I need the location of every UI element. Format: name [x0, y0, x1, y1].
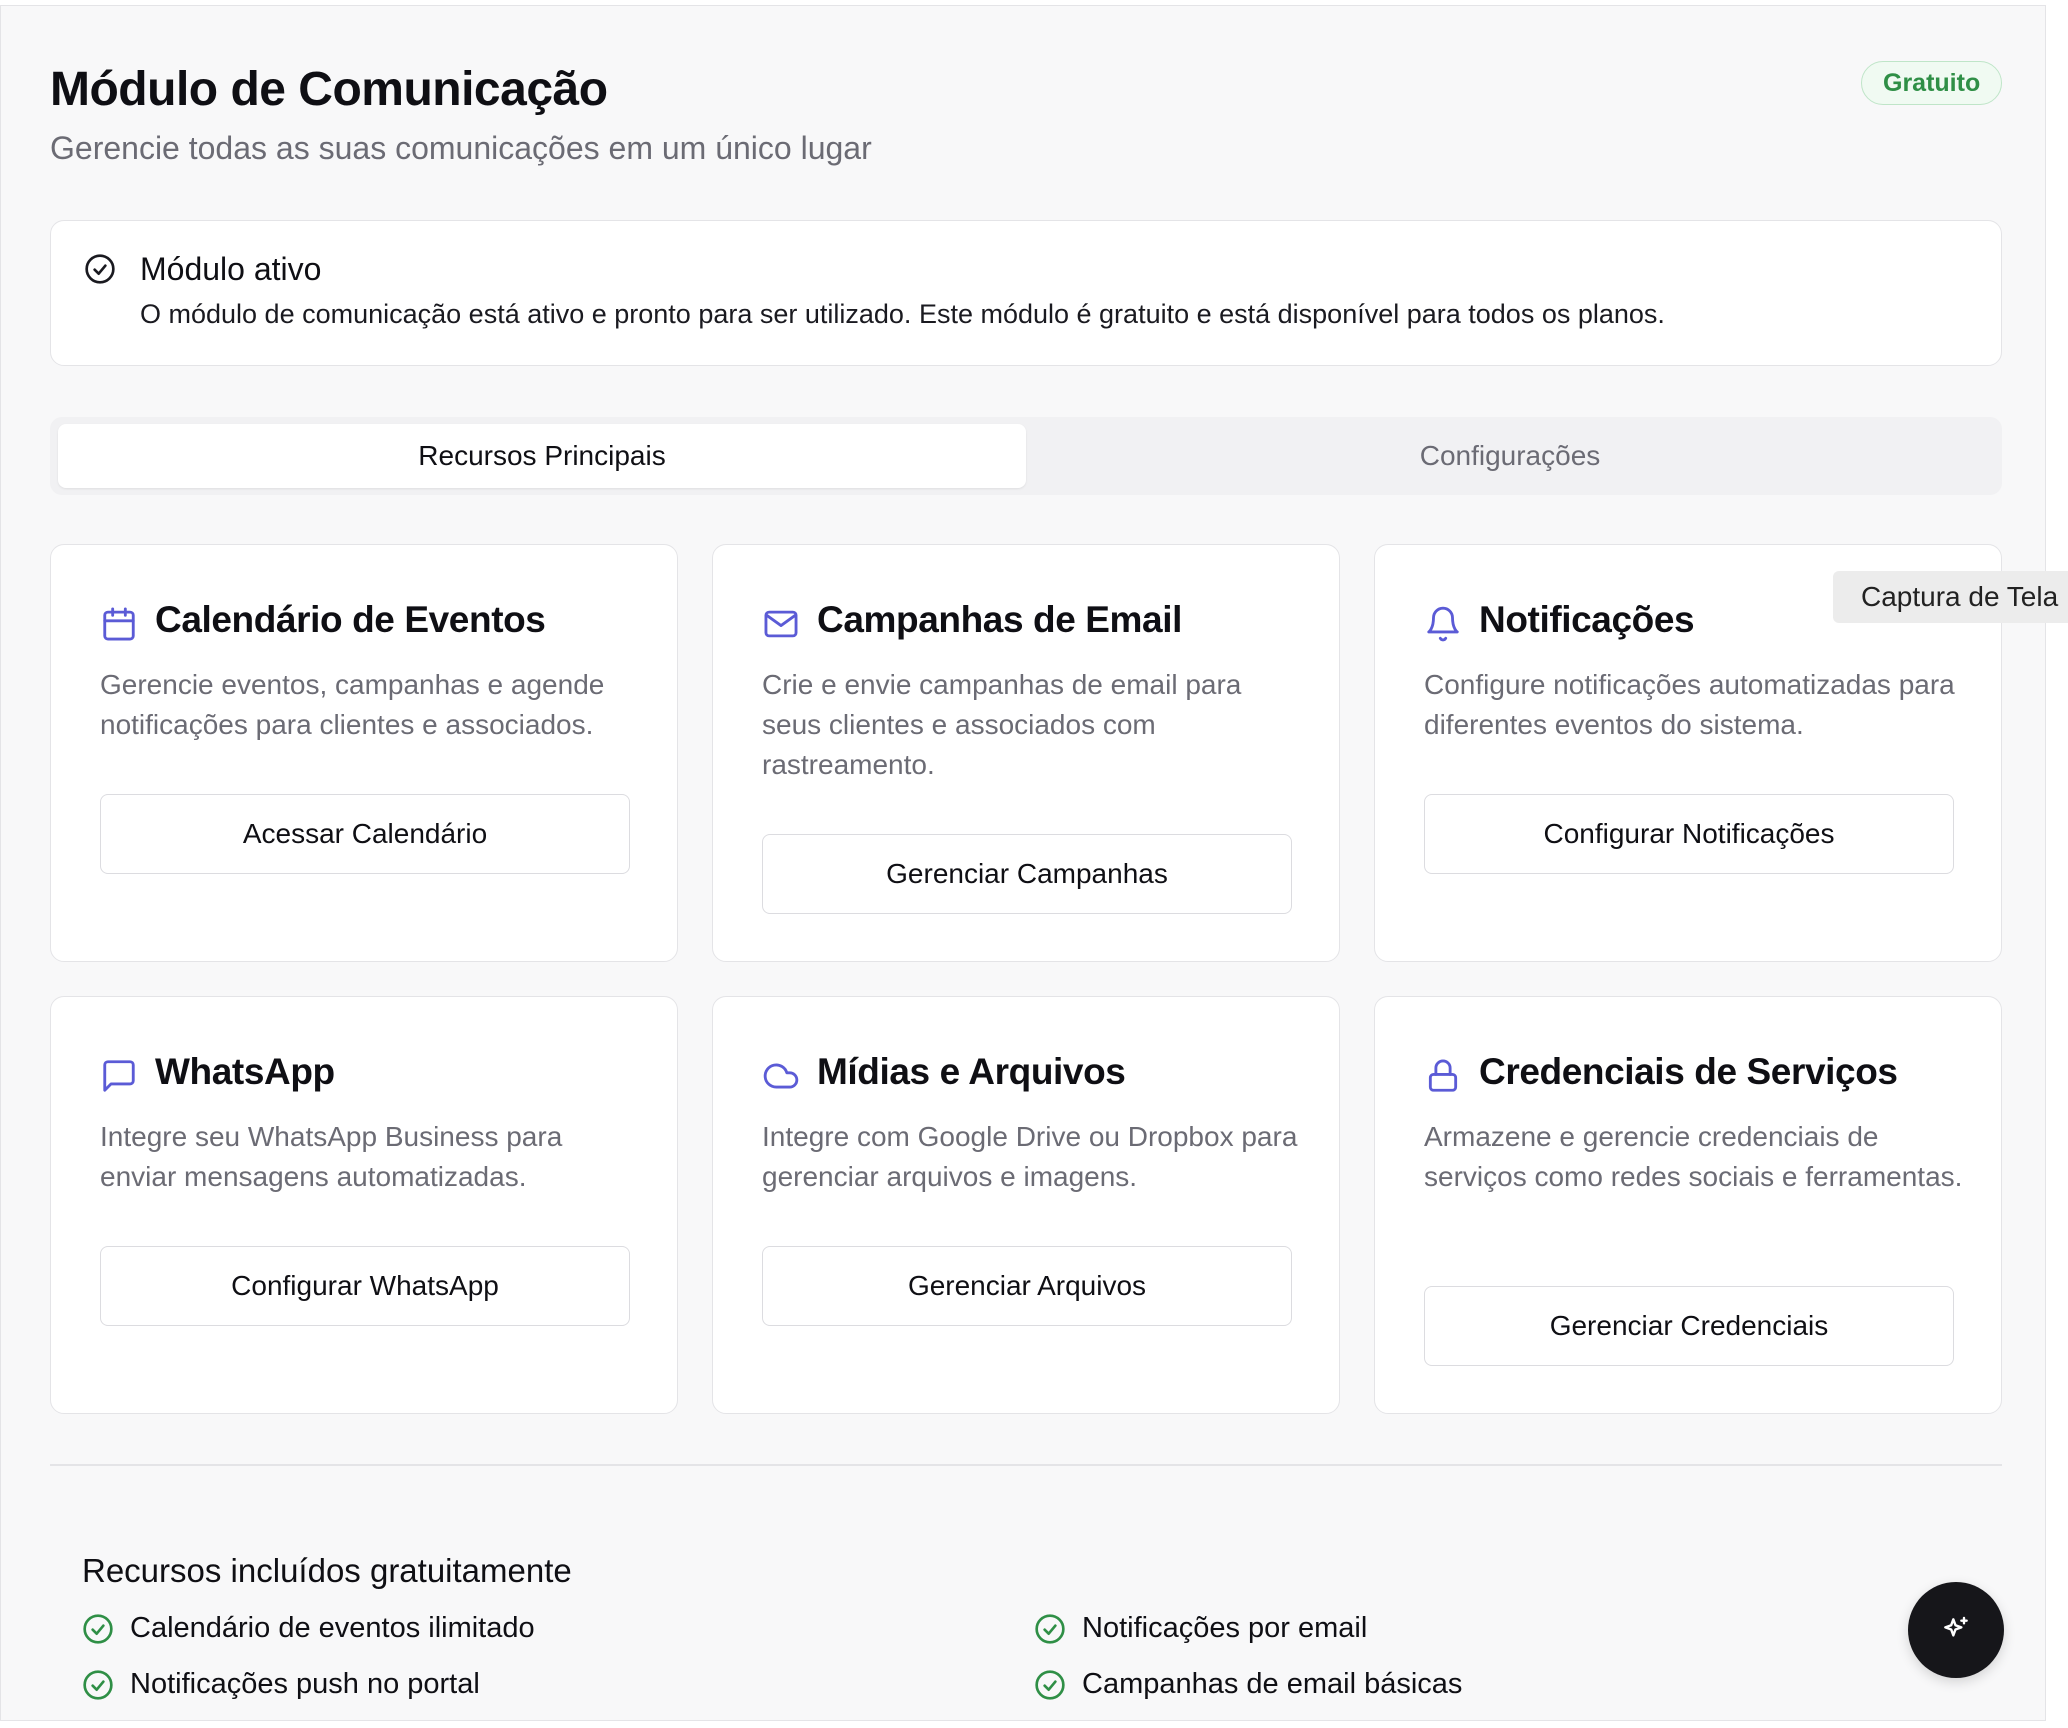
included-item-label: Calendário de eventos ilimitado — [130, 1612, 535, 1644]
card-description: Integre com Google Drive ou Dropbox para… — [762, 1121, 1298, 1192]
manage-credentials-button[interactable]: Gerenciar Credenciais — [1424, 1286, 1954, 1366]
check-circle-icon — [83, 1670, 113, 1700]
calendar-icon — [103, 607, 135, 641]
card-service-credentials: Credenciais de Serviços Armazene e geren… — [1374, 996, 2002, 1414]
included-section-title: Recursos incluídos gratuitamente — [82, 1552, 572, 1589]
lock-icon — [1428, 1059, 1458, 1092]
tab-list: Recursos Principais Configurações — [50, 417, 2002, 495]
included-item: Calendário de eventos ilimitado — [83, 1612, 535, 1645]
check-circle-icon — [85, 254, 115, 284]
check-circle-icon — [1035, 1670, 1065, 1700]
included-item: Notificações por email — [1035, 1612, 1368, 1645]
card-email-campaigns: Campanhas de Email Crie e envie campanha… — [712, 544, 1340, 962]
card-media-files: Mídias e Arquivos Integre com Google Dri… — [712, 996, 1340, 1414]
included-item: Notificações push no portal — [83, 1668, 480, 1701]
message-square-icon — [103, 1060, 135, 1092]
free-badge: Gratuito — [1861, 61, 2003, 105]
module-active-alert: Módulo ativo O módulo de comunicação est… — [50, 220, 2002, 366]
configure-notifications-button[interactable]: Configurar Notificações — [1424, 794, 1954, 874]
alert-title: Módulo ativo — [140, 251, 322, 287]
alert-text: O módulo de comunicação está ativo e pro… — [140, 299, 1665, 329]
card-description: Integre seu WhatsApp Business para envia… — [100, 1121, 563, 1192]
included-item-label: Notificações por email — [1082, 1612, 1368, 1644]
check-circle-icon — [1035, 1614, 1065, 1644]
access-calendar-button[interactable]: Acessar Calendário — [100, 794, 630, 874]
card-title: Campanhas de Email — [817, 599, 1182, 640]
tab-recursos-principais[interactable]: Recursos Principais — [58, 424, 1026, 488]
manage-campaigns-button[interactable]: Gerenciar Campanhas — [762, 834, 1292, 914]
card-whatsapp: WhatsApp Integre seu WhatsApp Business p… — [50, 996, 678, 1414]
card-description: Crie e envie campanhas de email para seu… — [762, 669, 1242, 780]
ai-assistant-button[interactable] — [1908, 1582, 2004, 1678]
page-subtitle: Gerencie todas as suas comunicações em u… — [50, 130, 872, 166]
included-item: Campanhas de email básicas — [1035, 1668, 1463, 1701]
cloud-icon — [763, 1063, 799, 1089]
card-description: Gerencie eventos, campanhas e agende not… — [100, 669, 605, 740]
mail-icon — [764, 610, 798, 638]
bell-icon — [1427, 606, 1459, 642]
section-divider — [50, 1464, 2002, 1466]
card-title: Notificações — [1479, 599, 1695, 640]
card-description: Armazene e gerencie credenciais de servi… — [1424, 1121, 1963, 1192]
card-title: WhatsApp — [155, 1051, 335, 1092]
card-calendar: Calendário de Eventos Gerencie eventos, … — [50, 544, 678, 962]
card-title: Calendário de Eventos — [155, 599, 546, 640]
included-item-label: Notificações push no portal — [130, 1668, 480, 1700]
included-item-label: Campanhas de email básicas — [1082, 1668, 1463, 1700]
tab-configuracoes[interactable]: Configurações — [1026, 424, 1994, 488]
card-title: Mídias e Arquivos — [817, 1051, 1126, 1092]
page-title: Módulo de Comunicação — [50, 63, 608, 116]
check-circle-icon — [83, 1614, 113, 1644]
card-description: Configure notificações automatizadas par… — [1424, 669, 1955, 740]
sparkles-icon — [1944, 1616, 1968, 1637]
manage-files-button[interactable]: Gerenciar Arquivos — [762, 1246, 1292, 1326]
configure-whatsapp-button[interactable]: Configurar WhatsApp — [100, 1246, 630, 1326]
module-page: Módulo de Comunicação Gerencie todas as … — [0, 5, 2046, 1721]
screenshot-tooltip: Captura de Tela — [1833, 571, 2068, 623]
card-title: Credenciais de Serviços — [1479, 1051, 1898, 1092]
